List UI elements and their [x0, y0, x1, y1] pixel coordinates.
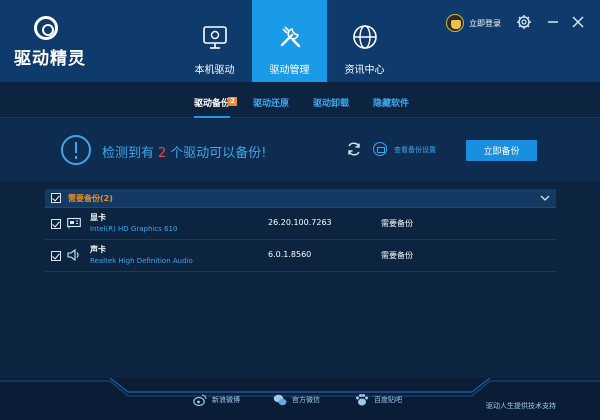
- login-label: 立即登录: [469, 18, 501, 28]
- chevron-down-icon[interactable]: [540, 193, 550, 203]
- tieba-link[interactable]: 百度贴吧: [355, 393, 402, 407]
- weibo-label: 新浪微博: [212, 396, 240, 404]
- nav-tab-news-center[interactable]: 资讯中心: [327, 0, 402, 82]
- app-header: 驱动精灵 本机驱动 驱动管理 资讯中心 立即登录: [0, 0, 600, 82]
- speaker-icon: [67, 249, 79, 261]
- tab-driver-restore[interactable]: 驱动还原: [253, 96, 289, 109]
- refresh-icon[interactable]: [346, 141, 362, 157]
- row-checkbox[interactable]: [51, 251, 61, 261]
- device-model: Intel(R) HD Graphics 610: [90, 225, 178, 233]
- nav-tab-local-drivers[interactable]: 本机驱动: [177, 0, 252, 82]
- group-label: 需要备份(2): [68, 194, 113, 203]
- nav-tab-label: 驱动管理: [269, 65, 310, 76]
- backup-status: 需要备份: [381, 219, 413, 228]
- close-icon[interactable]: [568, 12, 588, 32]
- detection-suffix: 个驱动可以备份!: [170, 146, 267, 161]
- nav-tab-label: 资讯中心: [344, 65, 385, 76]
- wechat-icon: [273, 394, 287, 406]
- nav-tab-driver-management[interactable]: 驱动管理: [252, 0, 327, 82]
- tools-icon: [280, 26, 300, 48]
- avatar: [446, 14, 464, 32]
- display-card-icon: [67, 217, 81, 229]
- wechat-link[interactable]: 官方微信: [273, 393, 320, 407]
- tieba-icon: [356, 394, 368, 406]
- backup-settings-icon[interactable]: [373, 142, 387, 156]
- detection-count: 2: [158, 146, 167, 161]
- gear-icon[interactable]: [514, 12, 534, 32]
- tieba-label: 百度贴吧: [374, 396, 402, 404]
- row-checkbox[interactable]: [51, 219, 61, 229]
- monitor-icon: [202, 26, 227, 49]
- backup-settings-link[interactable]: 查看备份设置: [394, 145, 436, 155]
- table-row[interactable]: 声卡 Realtek High Definition Audio 6.0.1.8…: [45, 240, 556, 272]
- sub-tab-bar: 驱动备份 驱动还原 驱动卸载 隐藏软件: [0, 82, 600, 118]
- tab-driver-uninstall[interactable]: 驱动卸载: [313, 96, 349, 109]
- device-name: 显卡: [90, 213, 106, 222]
- tab-hidden-software[interactable]: 隐藏软件: [373, 96, 409, 109]
- globe-icon: [352, 25, 377, 49]
- tab-driver-backup[interactable]: 驱动备份: [194, 96, 231, 118]
- minimize-icon[interactable]: [543, 12, 563, 32]
- backup-now-button[interactable]: 立即备份: [466, 140, 537, 161]
- driver-list: 需要备份(2) 显卡 Intel(R) HD Graphics 610 26.2…: [45, 189, 556, 272]
- group-header[interactable]: 需要备份(2): [45, 189, 556, 208]
- backup-count-badge: 2: [228, 97, 237, 106]
- driver-version: 26.20.100.7263: [268, 218, 332, 227]
- logo-text: 驱动精灵: [14, 49, 86, 69]
- device-name: 声卡: [90, 245, 106, 254]
- backup-status: 需要备份: [381, 251, 413, 260]
- login-button[interactable]: 立即登录: [446, 12, 501, 34]
- driver-version: 6.0.1.8560: [268, 250, 312, 259]
- table-row[interactable]: 显卡 Intel(R) HD Graphics 610 26.20.100.72…: [45, 208, 556, 240]
- main-nav: 本机驱动 驱动管理 资讯中心: [177, 0, 402, 82]
- weibo-link[interactable]: 新浪微博: [193, 393, 240, 407]
- nav-tab-label: 本机驱动: [194, 65, 235, 76]
- app-logo: 驱动精灵: [14, 16, 86, 69]
- detection-message: 检测到有 2 个驱动可以备份!: [102, 142, 267, 161]
- detection-prefix: 检测到有: [102, 146, 155, 161]
- weibo-icon: [193, 394, 207, 407]
- support-text: 驱动人生提供技术支持: [486, 402, 556, 410]
- alert-icon: [61, 135, 91, 165]
- logo-icon: [34, 16, 58, 40]
- wechat-label: 官方微信: [292, 396, 320, 404]
- device-model: Realtek High Definition Audio: [90, 257, 193, 265]
- group-checkbox[interactable]: [51, 193, 61, 203]
